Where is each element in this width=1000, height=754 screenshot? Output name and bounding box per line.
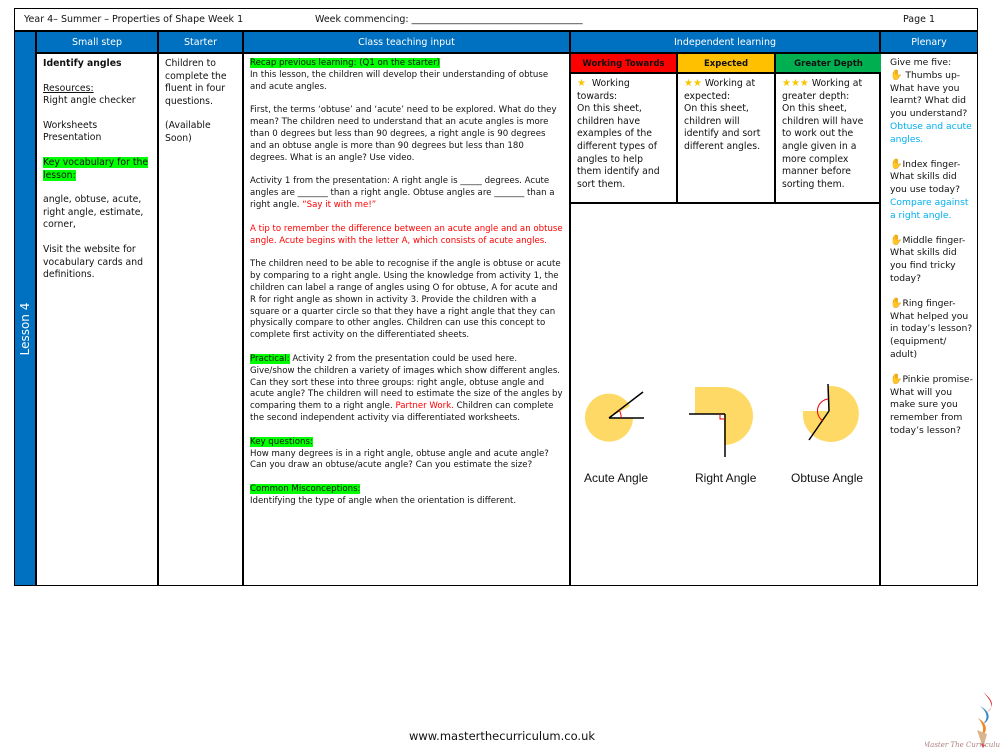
page-number: Page 1 <box>903 14 936 25</box>
hand-icon: ✋ <box>890 158 903 170</box>
worksheets-item: Worksheets <box>43 119 98 131</box>
angle-diagrams-svg <box>585 383 859 457</box>
level-header-expected: Expected <box>678 54 776 74</box>
recognise-text: The children need to be able to recognis… <box>250 259 561 341</box>
obtuse-angle-diagram <box>802 383 859 442</box>
document-title-bar: Year 4– Summer – Properties of Shape Wee… <box>14 8 978 31</box>
header-class-teaching: Class teaching input <box>244 32 571 54</box>
level-header-working-towards: Working Towards <box>571 54 678 74</box>
intro-text: In this lesson, the children will develo… <box>250 69 549 92</box>
star-icon: ★★ <box>684 78 702 89</box>
lesson-plan-table: Lesson 4 Small step Starter Class teachi… <box>14 31 978 586</box>
visit-website-note: Visit the website for vocabulary cards a… <box>43 243 144 281</box>
plenary-pinkie: Pinkie promise- What will you make sure … <box>890 373 973 436</box>
plenary-cell: Give me five: ✋ Thumbs up- What have you… <box>881 54 977 585</box>
right-angle-diagram <box>689 387 753 457</box>
obtuse-angle-label: Obtuse Angle <box>791 471 864 485</box>
level-text: On this sheet, children will have to wor… <box>782 103 864 190</box>
header-independent-learning: Independent learning <box>571 32 881 54</box>
plenary-ring: Ring finger- What helped you in today’s … <box>890 297 973 360</box>
plenary-middle: Middle finger- What skills did you find … <box>890 234 966 284</box>
header-small-step: Small step <box>37 32 159 54</box>
small-step-title: Identify angles <box>43 58 122 69</box>
star-icon: ★★★ <box>782 78 809 89</box>
footer-website-link[interactable]: www.masterthecurriculum.co.uk <box>409 729 595 743</box>
plenary-thumbs: Thumbs up- What have you learnt? What di… <box>890 69 968 120</box>
key-questions-label: Key questions: <box>250 436 313 447</box>
recap-label: Recap previous learning: (Q1 on the star… <box>250 58 440 68</box>
starter-availability: (Available Soon) <box>165 120 211 144</box>
lesson-side-bar: Lesson 4 <box>15 32 37 585</box>
say-it-text: “Say it with me!” <box>302 199 377 210</box>
terms-text: First, the terms ‘obtuse’ and ‘acute’ ne… <box>250 105 557 163</box>
presentation-item: Presentation <box>43 132 102 144</box>
angle-diagrams: Acute Angle Right Angle Obtuse Angle <box>571 383 881 504</box>
level-text: On this sheet, children will identify an… <box>684 103 761 152</box>
pencil-flame-icon: Master The Curriculum <box>922 692 1000 749</box>
class-teaching-cell: Recap previous learning: (Q1 on the star… <box>244 54 571 585</box>
vocab-list: angle, obtuse, acute, right angle, estim… <box>43 194 144 231</box>
level-cell-expected: ★★ Working at expected: On this sheet, c… <box>678 74 776 204</box>
starter-text: Children to complete the fluent in four … <box>165 58 227 107</box>
key-questions-text: How many degrees is in a right angle, ob… <box>250 448 549 471</box>
plenary-thumbs-answer: Obtuse and acute angles. <box>890 120 972 145</box>
misconceptions-text: Identifying the type of angle when the o… <box>250 495 517 506</box>
resources-label: Resources: <box>43 82 94 94</box>
header-starter: Starter <box>159 32 244 54</box>
header-plenary: Plenary <box>881 32 977 54</box>
level-cell-greater-depth: ★★★ Working at greater depth: On this sh… <box>776 74 881 204</box>
plenary-index-answer: Compare against a right angle. <box>890 196 969 221</box>
partner-work-text: Partner Work. <box>395 401 454 412</box>
star-icon: ★ <box>577 78 586 89</box>
week-commencing: Week commencing: _______________________… <box>315 14 583 25</box>
obtuse-angle-ray <box>827 383 830 412</box>
plenary-intro: Give me five: <box>890 57 952 68</box>
document-title: Year 4– Summer – Properties of Shape Wee… <box>24 14 244 25</box>
hand-icon: ✋ <box>890 69 903 81</box>
activity1-text: Activity 1 from the presentation: A righ… <box>250 176 555 210</box>
level-header-greater-depth: Greater Depth <box>776 54 881 74</box>
logo-text: Master The Curriculum <box>925 741 1000 749</box>
hand-icon: ✋ <box>890 297 903 309</box>
resources-item: Right angle checker <box>43 95 136 107</box>
acute-angle-diagram <box>585 391 644 442</box>
independent-learning-cell: Working Towards Expected Greater Depth ★… <box>571 54 881 585</box>
lesson-label: Lesson 4 <box>18 302 32 356</box>
small-step-cell: Identify angles Resources: Right angle c… <box>37 54 159 585</box>
acute-angle-label: Acute Angle <box>584 471 649 485</box>
hand-icon: ✋ <box>890 373 903 385</box>
vocab-label: Key vocabulary for the lesson: <box>43 156 149 181</box>
level-text: On this sheet, children have examples of… <box>577 103 660 190</box>
obtuse-angle-sector <box>802 385 859 442</box>
misconceptions-label: Common Misconceptions: <box>250 484 361 495</box>
starter-cell: Children to complete the fluent in four … <box>159 54 244 585</box>
hand-icon: ✋ <box>890 234 903 246</box>
right-angle-label: Right Angle <box>695 471 757 485</box>
tip-text: A tip to remember the difference between… <box>250 223 563 246</box>
master-the-curriculum-logo: Master The Curriculum <box>922 690 1000 750</box>
practical-label: Practical: <box>250 353 290 364</box>
level-cell-working-towards: ★ Working towards: On this sheet, childr… <box>571 74 678 204</box>
